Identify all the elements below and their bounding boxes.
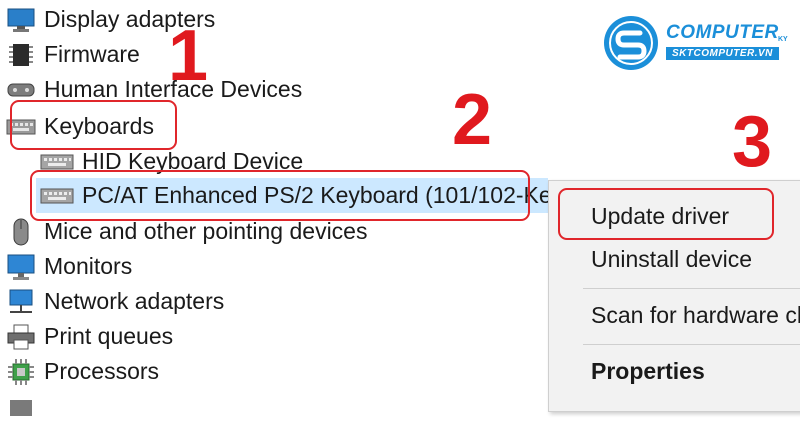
tree-item-label: Firmware [44, 41, 140, 67]
menu-item-properties[interactable]: Properties [591, 358, 705, 385]
processor-icon [6, 357, 36, 387]
keyboard-icon [6, 112, 36, 142]
tree-item-firmware[interactable]: Firmware [6, 37, 140, 72]
printer-icon [6, 322, 36, 352]
tree-item-hid-keyboard-device[interactable]: HID Keyboard Device [40, 144, 303, 179]
tree-item-human-interface-devices[interactable]: Human Interface Devices [6, 72, 302, 107]
tree-item-processors[interactable]: Processors [6, 354, 159, 389]
tree-item-label: Processors [44, 358, 160, 384]
tree-item-print-queues[interactable]: Print queues [6, 319, 173, 354]
logo-mark-icon [604, 16, 658, 70]
sktcomputer-logo: COMPUTER KY SKTCOMPUTER.VN [602, 14, 792, 74]
step-number-2: 2 [452, 80, 493, 160]
tree-item-partial [6, 390, 44, 425]
display-adapter-icon [6, 5, 36, 35]
menu-separator [583, 288, 800, 289]
logo-suffix-text: KY [778, 36, 788, 43]
network-adapter-icon [6, 287, 36, 317]
logo-brand-text: COMPUTER [666, 22, 779, 43]
menu-item-uninstall-device[interactable]: Uninstall device [591, 246, 752, 273]
tree-item-mice[interactable]: Mice and other pointing devices [6, 214, 367, 249]
tree-item-label: Mice and other pointing devices [44, 218, 368, 244]
logo-site-text: SKTCOMPUTER.VN [666, 47, 779, 60]
step-number-1: 1 [168, 16, 209, 96]
tree-item-label: Network adapters [44, 288, 225, 314]
context-menu: Update driver Uninstall device Scan for … [548, 180, 800, 412]
monitor-icon [6, 252, 36, 282]
mouse-icon [6, 217, 36, 247]
tree-item-keyboards[interactable]: Keyboards [6, 109, 154, 144]
device-tree: Display adapters Firmware Human Interfac… [0, 0, 563, 416]
tree-item-label: HID Keyboard Device [82, 148, 304, 174]
tree-item-pcat-enhanced-keyboard[interactable]: PC/AT Enhanced PS/2 Keyboard (101/102-Ke… [36, 178, 563, 213]
menu-separator [583, 344, 800, 345]
menu-item-scan-hardware[interactable]: Scan for hardware ch [591, 302, 800, 329]
keyboard-icon [40, 181, 74, 211]
tree-item-monitors[interactable]: Monitors [6, 249, 132, 284]
device-icon [6, 393, 36, 423]
tree-item-network-adapters[interactable]: Network adapters [6, 284, 224, 319]
firmware-chip-icon [6, 40, 36, 70]
hid-icon [6, 75, 36, 105]
tree-item-label: Print queues [44, 323, 174, 349]
keyboard-icon [40, 147, 74, 177]
tree-item-label: PC/AT Enhanced PS/2 Keyboard (101/102-Ke… [82, 182, 564, 208]
tree-item-label: Keyboards [44, 113, 154, 139]
menu-item-update-driver[interactable]: Update driver [591, 203, 729, 230]
tree-item-label: Monitors [44, 253, 133, 279]
step-number-3: 3 [732, 102, 773, 182]
